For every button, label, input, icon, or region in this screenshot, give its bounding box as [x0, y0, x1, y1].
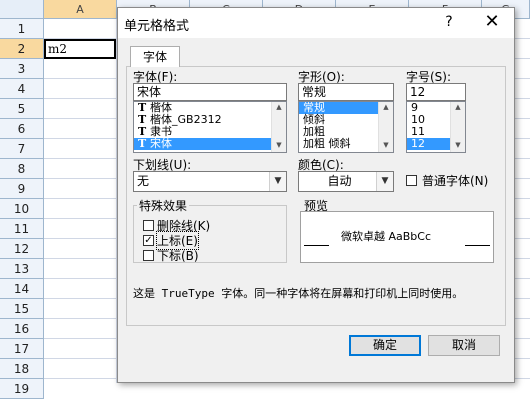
- scroll-down-icon[interactable]: ▼: [274, 141, 284, 151]
- preview-baseline: [465, 245, 490, 246]
- row-header-19[interactable]: 19: [0, 379, 44, 399]
- row-header-1[interactable]: 1: [0, 19, 44, 39]
- title-bar[interactable]: 单元格格式 ? ✕: [118, 8, 514, 38]
- cell-a2[interactable]: m2: [44, 39, 116, 59]
- style-input[interactable]: 常规: [298, 83, 394, 101]
- scroll-down-icon[interactable]: ▼: [453, 141, 463, 151]
- normal-font-label[interactable]: 普通字体(N): [422, 172, 488, 189]
- row-header-10[interactable]: 10: [0, 199, 44, 219]
- size-list[interactable]: 9 10 11 12 ▲ ▼: [406, 101, 466, 153]
- subscript-label[interactable]: 下标(B): [157, 247, 199, 264]
- truetype-info: 这是 TrueType 字体。同一种字体将在屏幕和打印机上同时使用。: [133, 287, 464, 300]
- cancel-button[interactable]: 取消: [428, 335, 500, 356]
- chevron-down-icon[interactable]: ▼: [269, 172, 286, 191]
- superscript-checkbox[interactable]: ✓: [143, 235, 154, 246]
- row-header-17[interactable]: 17: [0, 339, 44, 359]
- font-list[interactable]: T 楷体 T 楷体_GB2312 T 隶书 T 宋体 ▲ ▼: [133, 101, 287, 153]
- row-header-4[interactable]: 4: [0, 79, 44, 99]
- normal-font-checkbox[interactable]: [406, 175, 417, 186]
- row-header-18[interactable]: 18: [0, 359, 44, 379]
- ok-button[interactable]: 确定: [349, 335, 421, 356]
- color-value: 自动: [327, 174, 352, 188]
- preview-sample: 微软卓越 AaBbCc: [341, 230, 432, 243]
- effects-title: 特殊效果: [137, 197, 190, 214]
- row-header-6[interactable]: 6: [0, 119, 44, 139]
- row-header-12[interactable]: 12: [0, 239, 44, 259]
- scroll-down-icon[interactable]: ▼: [381, 141, 391, 151]
- subscript-checkbox[interactable]: [143, 250, 154, 261]
- strikethrough-checkbox[interactable]: [143, 220, 154, 231]
- row-header-13[interactable]: 13: [0, 259, 44, 279]
- scroll-up-icon[interactable]: ▲: [453, 103, 463, 113]
- row-header-7[interactable]: 7: [0, 139, 44, 159]
- row-header-5[interactable]: 5: [0, 99, 44, 119]
- row-header-3[interactable]: 3: [0, 59, 44, 79]
- scroll-up-icon[interactable]: ▲: [274, 103, 284, 113]
- tab-font[interactable]: 字体: [130, 46, 180, 67]
- preview-box: 微软卓越 AaBbCc: [300, 211, 494, 263]
- close-icon[interactable]: ✕: [482, 11, 502, 32]
- font-input[interactable]: 宋体: [133, 83, 287, 101]
- scroll-up-icon[interactable]: ▲: [381, 103, 391, 113]
- color-select[interactable]: 自动 ▼: [298, 171, 394, 192]
- size-input[interactable]: 12: [406, 83, 466, 101]
- size-list-item-selected[interactable]: 12: [407, 138, 451, 150]
- row-header-2[interactable]: 2: [0, 39, 44, 59]
- underline-select[interactable]: 无 ▼: [133, 171, 287, 192]
- row-header-16[interactable]: 16: [0, 319, 44, 339]
- help-button[interactable]: ?: [440, 14, 458, 30]
- row-header-9[interactable]: 9: [0, 179, 44, 199]
- style-list-scrollbar[interactable]: ▲ ▼: [378, 102, 393, 152]
- select-all-corner[interactable]: [0, 0, 44, 19]
- font-list-scrollbar[interactable]: ▲ ▼: [271, 102, 286, 152]
- row-header-14[interactable]: 14: [0, 279, 44, 299]
- size-list-scrollbar[interactable]: ▲ ▼: [450, 102, 465, 152]
- preview-baseline: [304, 245, 329, 246]
- row-header-8[interactable]: 8: [0, 159, 44, 179]
- column-header-a[interactable]: A: [44, 0, 117, 19]
- row-header-15[interactable]: 15: [0, 299, 44, 319]
- underline-value: 无: [137, 174, 150, 188]
- format-cells-dialog: 单元格格式 ? ✕ 字体 字体(F): 宋体 T 楷体 T 楷体_GB2312 T隶…: [117, 7, 515, 383]
- dialog-title: 单元格格式: [124, 19, 190, 34]
- chevron-down-icon[interactable]: ▼: [376, 172, 393, 191]
- font-list-item-selected[interactable]: T 宋体: [134, 138, 272, 150]
- style-list[interactable]: 常规 倾斜 加粗 加粗 倾斜 ▲ ▼: [298, 101, 394, 153]
- truetype-icon: T: [138, 137, 147, 150]
- row-header-11[interactable]: 11: [0, 219, 44, 239]
